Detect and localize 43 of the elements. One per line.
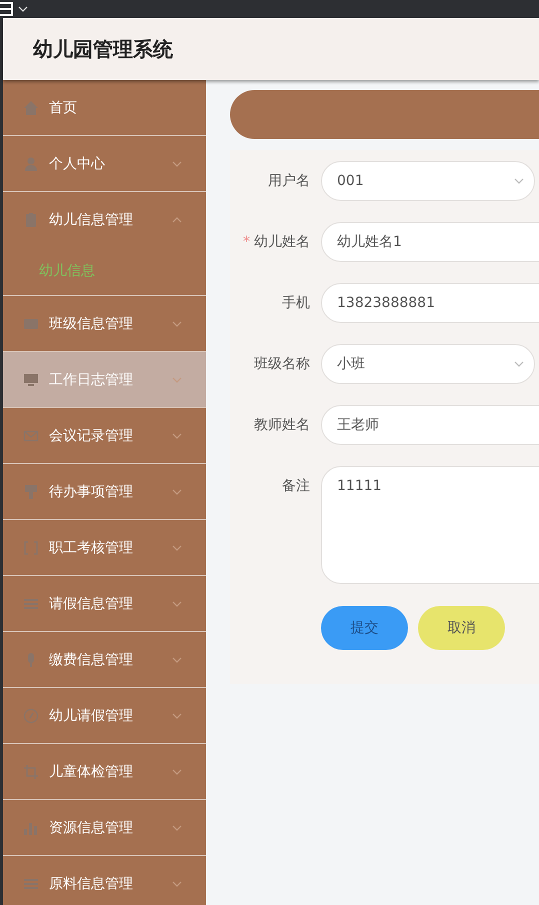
chevron-icon [172, 712, 182, 718]
field-label: 备注 [281, 477, 311, 496]
required-mark: * [243, 234, 250, 250]
chevron-icon [172, 376, 182, 382]
chevron-icon [172, 432, 182, 438]
menu-item[interactable]: 工作日志管理 [3, 352, 206, 408]
chevron-icon [172, 160, 182, 166]
chevron-icon [172, 216, 182, 222]
user-icon [23, 156, 39, 172]
home-icon [23, 100, 39, 116]
chevron-icon [172, 600, 182, 606]
cancel-button[interactable]: 取消 [418, 606, 505, 650]
frame-icon [23, 540, 39, 556]
chevron-icon [514, 178, 524, 184]
field-label: 手机 [281, 294, 311, 313]
chevron-icon [172, 656, 182, 662]
chevron-icon [172, 544, 182, 550]
submit-button[interactable]: 提交 [321, 606, 408, 650]
clipboard-icon [23, 212, 39, 228]
signpost-icon [23, 484, 39, 500]
chevron-icon [172, 824, 182, 830]
compass-icon [23, 708, 39, 724]
chevron-icon [172, 320, 182, 326]
select-field[interactable]: 小班 [321, 344, 535, 384]
crop-icon [23, 764, 39, 780]
field-label: 教师姓名 [253, 416, 311, 435]
chevron-icon [172, 488, 182, 494]
input-field[interactable]: 幼儿姓名1 [321, 222, 539, 262]
window-icon[interactable] [0, 2, 14, 16]
input-field[interactable]: 王老师 [321, 405, 539, 445]
chevron-icon [172, 768, 182, 774]
chevron-icon [514, 361, 524, 367]
field-label: 用户名 [267, 172, 311, 191]
chevron-icon [18, 6, 28, 12]
input-field[interactable]: 13823888881 [321, 283, 539, 323]
app-title: 幼儿园管理系统 [33, 36, 173, 62]
monitor-icon [23, 372, 39, 388]
menu-item[interactable]: 幼儿信息管理 [3, 192, 206, 247]
chevron-icon [172, 880, 182, 886]
field-label: * 幼儿姓名 [242, 233, 311, 252]
field-label: 班级名称 [253, 355, 311, 374]
select-field[interactable]: 001 [321, 161, 535, 201]
textarea-field[interactable]: 11111 [321, 466, 539, 584]
